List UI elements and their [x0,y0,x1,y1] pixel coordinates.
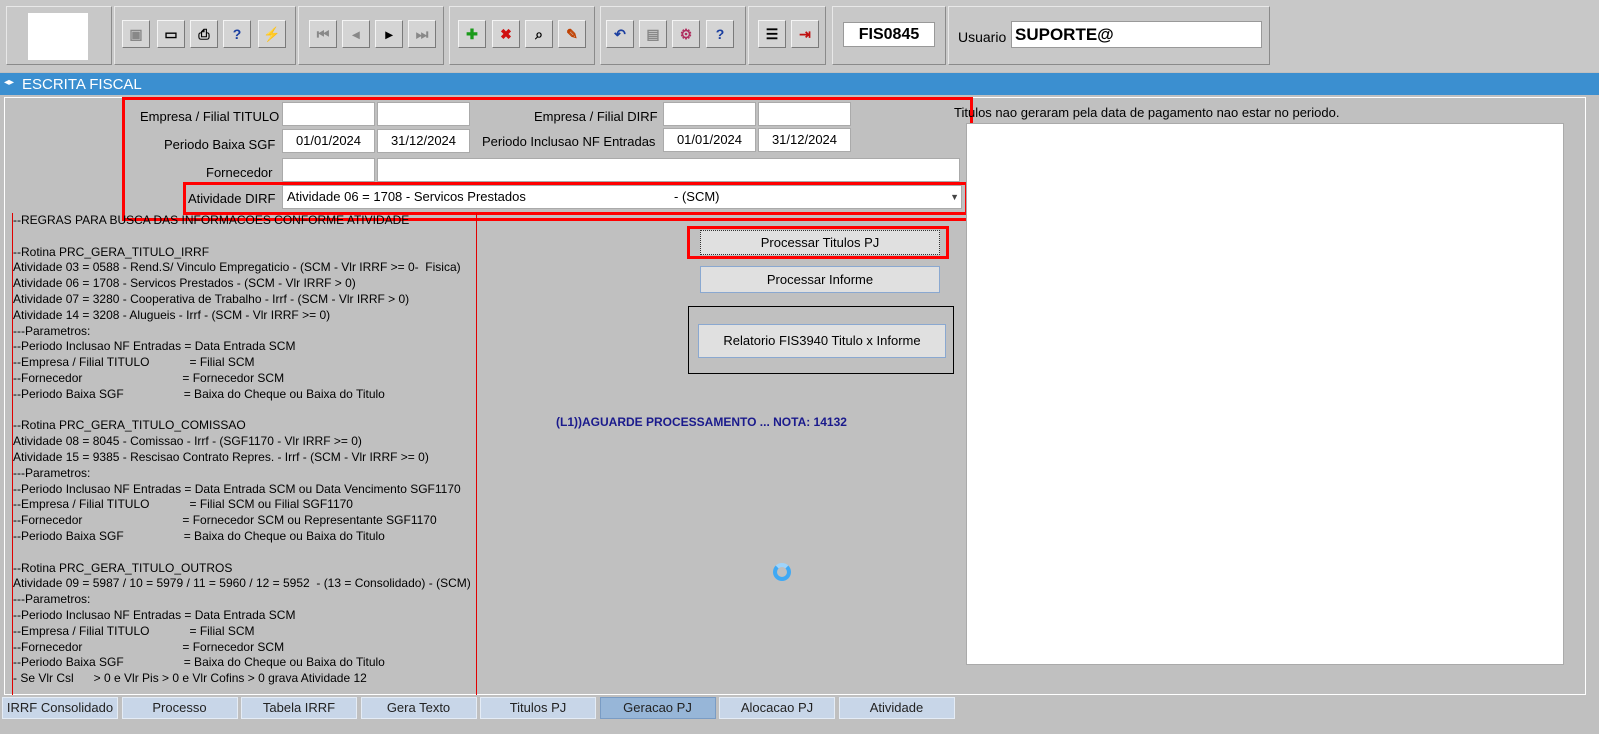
rules-line: Atividade 03 = 0588 - Rend.S/ Vinculo Em… [13,260,461,275]
tab-irrf-consolidado[interactable]: IRRF Consolidado [2,697,118,719]
find-icon[interactable]: ⌕ [525,20,553,48]
user-field[interactable]: SUPORTE@ [1011,21,1262,48]
info-label: Titulos nao geraram pela data de pagamen… [954,105,1340,120]
rules-line: --Periodo Baixa SGF = Baixa do Cheque ou… [13,386,385,401]
window-title: ESCRITA FISCAL [22,76,142,93]
settings-icon[interactable]: ⚙ [672,20,700,48]
rules-line: --Periodo Baixa SGF = Baixa do Cheque ou… [13,655,385,670]
rules-line: --Rotina PRC_GERA_TITULO_COMISSAO [13,418,246,433]
rules-line: --Empresa / Filial TITULO = Filial SCM o… [13,497,353,512]
rules-line: ---Parametros: [13,323,91,338]
rules-line: Atividade 08 = 8045 - Comissao - Irrf - … [13,434,362,449]
tab-gera-texto[interactable]: Gera Texto [360,697,477,719]
rules-line: --REGRAS PARA BUSCA DAS INFORMACOES CONF… [13,213,410,227]
rules-line: --Fornecedor = Fornecedor SCM [13,639,285,654]
user-label: Usuario [958,29,1007,45]
edit-icon[interactable]: ✎ [558,20,586,48]
first-record-icon[interactable]: ⏮ [309,20,337,48]
window-menu-icon[interactable]: ◂▸ [4,78,14,88]
print-icon[interactable]: ⎙ [190,20,218,48]
delete-record-icon[interactable]: ✖ [492,20,520,48]
processar-informe-button[interactable]: Processar Informe [700,266,940,293]
menu-icon[interactable]: ☰ [758,20,786,48]
rules-line: --Rotina PRC_GERA_TITULO_OUTROS [13,560,233,575]
rules-line: --Rotina PRC_GERA_TITULO_IRRF [13,244,210,259]
window-title-bar: ◂▸ ESCRITA FISCAL [0,73,1599,95]
tab-geracao-pj[interactable]: Geracao PJ [599,697,716,719]
rules-line: --Fornecedor = Fornecedor SCM [13,371,285,385]
info-textarea[interactable] [966,123,1564,665]
rules-line: - Se Vlr Csl > 0 e Vlr Pis > 0 e Vlr Cof… [13,671,367,686]
relatorio-button[interactable]: Relatorio FIS3940 Titulo x Informe [698,324,946,358]
rules-text-panel: --REGRAS PARA BUSCA DAS INFORMACOES CONF… [12,213,477,695]
undo-icon[interactable]: ↶ [606,20,634,48]
clipboard-icon[interactable]: ▤ [639,20,667,48]
rules-line: Atividade 06 = 1708 - Servicos Prestados… [13,276,356,291]
execute-icon[interactable]: ⚡ [258,20,286,48]
form-code: FIS0845 [843,22,935,47]
next-record-icon[interactable]: ▸ [375,20,403,48]
help-icon[interactable]: ? [706,20,734,48]
save-icon[interactable]: ▣ [122,20,150,48]
tab-tabela-irrf[interactable]: Tabela IRRF [241,697,357,719]
insert-record-icon[interactable]: ✚ [458,20,486,48]
rules-line: --Empresa / Filial TITULO = Filial SCM [13,355,255,370]
last-record-icon[interactable]: ⏭ [408,20,436,48]
rules-line: Atividade 15 = 9385 - Rescisao Contrato … [13,450,429,464]
window-icon[interactable]: ▭ [157,20,185,48]
highlight-atividade-box [183,182,968,215]
tab-alocacao-pj[interactable]: Alocacao PJ [719,697,835,719]
rules-line: --Periodo Inclusao NF Entradas = Data En… [13,481,461,496]
exit-icon[interactable]: ⇥ [791,20,819,48]
processar-titulos-button[interactable]: Processar Titulos PJ [700,230,940,255]
rules-line: Atividade 07 = 3280 - Cooperativa de Tra… [13,292,410,306]
loading-spinner-icon [773,563,791,581]
query-help-icon[interactable]: ? [223,20,251,48]
rules-line: --Periodo Inclusao NF Entradas = Data En… [13,339,296,354]
logo [28,13,88,60]
status-message: (L1))AGUARDE PROCESSAMENTO ... NOTA: 141… [556,415,847,429]
toolbar: ▣ ▭ ⎙ ? ⚡ ⏮ ◂ ▸ ⏭ ✚ ✖ ⌕ ✎ ↶ ▤ ⚙ ? ☰ ⇥ FI… [0,0,1599,72]
rules-line: Atividade 14 = 3208 - Alugueis - Irrf - … [13,307,331,322]
rules-line: --Periodo Baixa SGF = Baixa do Cheque ou… [13,529,385,543]
tab-titulos-pj[interactable]: Titulos PJ [480,697,596,719]
rules-line: --Fornecedor = Fornecedor SCM ou Represe… [13,513,437,528]
prev-record-icon[interactable]: ◂ [342,20,370,48]
rules-line: ---Parametros: [13,592,91,607]
rules-line: ---Parametros: [13,465,91,480]
rules-line: --Empresa / Filial TITULO = Filial SCM [13,623,255,638]
rules-line: --Periodo Inclusao NF Entradas = Data En… [13,608,296,622]
tab-processo[interactable]: Processo [121,697,238,719]
tab-atividade[interactable]: Atividade [838,697,955,719]
rules-line: Atividade 09 = 5987 / 10 = 5979 / 11 = 5… [13,576,471,591]
